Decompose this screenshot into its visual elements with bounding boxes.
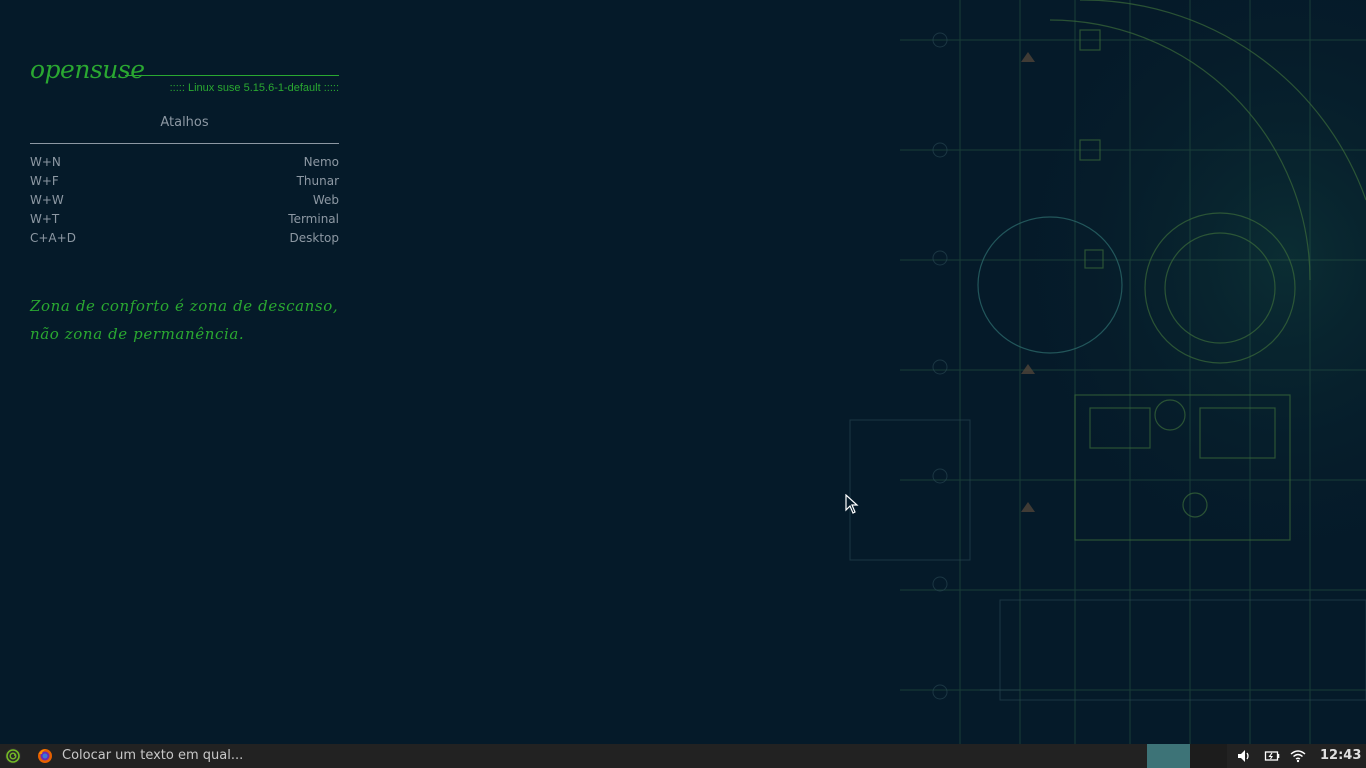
opensuse-chameleon-icon[interactable] xyxy=(4,747,22,765)
shortcut-keys: W+T xyxy=(30,212,60,226)
shortcut-row: C+A+D Desktop xyxy=(30,229,339,248)
clock[interactable]: 12:43 xyxy=(1320,744,1361,768)
quote-line-2: não zona de permanência. xyxy=(30,325,245,343)
shortcut-row: W+N Nemo xyxy=(30,153,339,172)
shortcut-keys: W+N xyxy=(30,155,61,169)
shortcut-app: Terminal xyxy=(288,212,339,226)
shortcut-keys: C+A+D xyxy=(30,231,76,245)
shortcut-list: W+N Nemo W+F Thunar W+W Web W+T Terminal… xyxy=(30,153,339,248)
shortcut-row: W+W Web xyxy=(30,191,339,210)
task-window-title[interactable]: Colocar um texto em qual... xyxy=(62,744,243,768)
quote: Zona de conforto é zona de descanso, não… xyxy=(30,292,342,348)
shortcut-app: Desktop xyxy=(289,231,340,245)
opensuse-logo: opensuse xyxy=(30,55,145,84)
taskbar: Colocar um texto em qual... 12:43 xyxy=(0,744,1366,768)
shortcuts-title: Atalhos xyxy=(160,115,209,130)
desktop: opensuse ::::: Linux suse 5.15.6-1-defau… xyxy=(0,0,1366,744)
shortcut-keys: W+F xyxy=(30,174,59,188)
shortcut-app: Thunar xyxy=(296,174,339,188)
conky-widget: opensuse ::::: Linux suse 5.15.6-1-defau… xyxy=(30,55,339,348)
wifi-icon[interactable] xyxy=(1290,748,1306,764)
shortcut-row: W+T Terminal xyxy=(30,210,339,229)
workspace-1-button[interactable] xyxy=(1147,744,1190,768)
firefox-icon[interactable] xyxy=(37,748,53,764)
shortcut-keys: W+W xyxy=(30,193,64,207)
mouse-pointer-icon xyxy=(845,494,859,514)
shortcut-row: W+F Thunar xyxy=(30,172,339,191)
workspace-2-button[interactable] xyxy=(1190,744,1227,768)
battery-icon[interactable] xyxy=(1264,748,1280,764)
logo-row: opensuse xyxy=(30,55,339,87)
logo-underline xyxy=(125,75,339,76)
quote-line-1: Zona de conforto é zona de descanso, xyxy=(30,297,339,315)
shortcut-app: Nemo xyxy=(303,155,339,169)
shortcut-app: Web xyxy=(312,193,339,207)
volume-icon[interactable] xyxy=(1236,748,1252,764)
divider xyxy=(30,143,339,144)
